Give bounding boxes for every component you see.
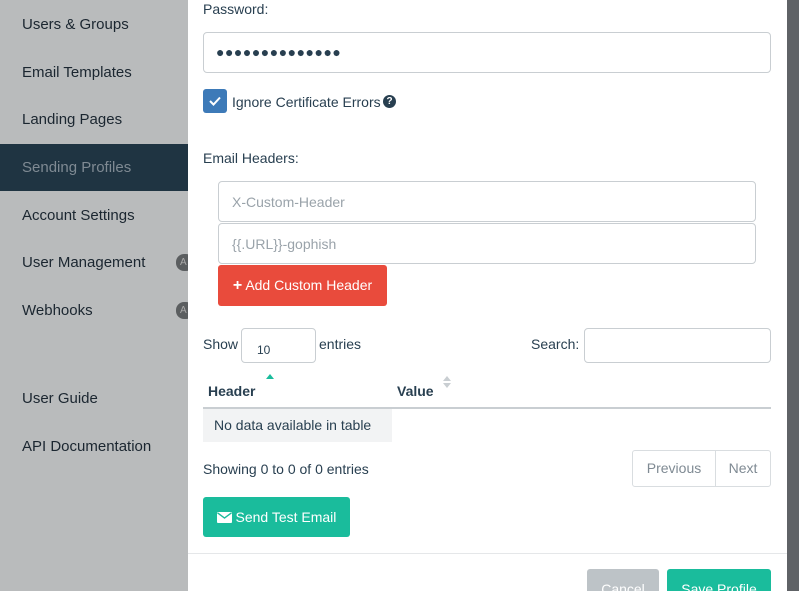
sending-profile-modal: Password: ●●●●●●●●●●●●●● Ignore Certific… [188, 0, 787, 591]
entries-value: 10 [257, 343, 271, 357]
sidebar-item-label: User Management [22, 254, 146, 271]
send-test-email-label: Send Test Email [235, 509, 337, 525]
header-value-input[interactable]: {{.URL}}-gophish [218, 223, 756, 264]
ignore-cert-label: Ignore Certificate Errors [232, 94, 381, 110]
modal-footer-divider [188, 553, 787, 554]
search-input[interactable] [584, 328, 771, 363]
sidebar: Users & Groups Email Templates Landing P… [0, 0, 194, 591]
sidebar-item-user-guide[interactable]: User Guide [0, 375, 188, 422]
pagination: Previous Next [632, 450, 771, 487]
sort-ascending-icon [266, 374, 274, 379]
envelope-icon [216, 512, 232, 523]
send-test-email-button[interactable]: Send Test Email [203, 497, 350, 537]
sidebar-item-label: Landing Pages [22, 111, 123, 128]
save-profile-button[interactable]: Save Profile [667, 569, 771, 591]
header-value-placeholder: {{.URL}}-gophish [232, 236, 337, 252]
empty-table-row: No data available in table [203, 409, 392, 442]
password-label: Password: [203, 1, 269, 17]
sidebar-item-user-management[interactable]: User Management A [0, 239, 194, 286]
header-name-input[interactable]: X-Custom-Header [218, 181, 756, 222]
add-custom-header-button[interactable]: + Add Custom Header [218, 265, 387, 306]
sidebar-item-api-documentation[interactable]: API Documentation [0, 423, 188, 470]
sidebar-item-label: API Documentation [22, 438, 152, 455]
question-circle-icon[interactable]: ? [383, 95, 396, 108]
sidebar-item-email-templates[interactable]: Email Templates [0, 49, 188, 96]
password-field[interactable]: ●●●●●●●●●●●●●● [203, 32, 771, 73]
table-info: Showing 0 to 0 of 0 entries [203, 461, 369, 477]
show-label: Show [203, 336, 239, 352]
column-header-value[interactable]: Value [397, 383, 434, 399]
header-name-placeholder: X-Custom-Header [232, 194, 345, 210]
column-header-header[interactable]: Header [208, 383, 255, 399]
sidebar-item-users-groups[interactable]: Users & Groups [0, 1, 188, 48]
check-icon [209, 96, 221, 106]
sidebar-item-label: Account Settings [22, 207, 135, 224]
next-button[interactable]: Next [716, 451, 770, 486]
sidebar-item-sending-profiles[interactable]: Sending Profiles [0, 144, 188, 191]
modal-backdrop-edge [787, 0, 799, 591]
sort-both-icon [443, 376, 451, 388]
sidebar-item-webhooks[interactable]: Webhooks A [0, 287, 194, 334]
search-label: Search: [531, 336, 580, 352]
cancel-button[interactable]: Cancel [587, 569, 659, 591]
previous-button[interactable]: Previous [633, 451, 716, 486]
email-headers-label: Email Headers: [203, 150, 299, 166]
sidebar-item-label: Sending Profiles [22, 159, 132, 176]
ignore-cert-checkbox[interactable] [203, 89, 227, 113]
sidebar-item-landing-pages[interactable]: Landing Pages [0, 96, 188, 143]
entries-select[interactable]: 10 [241, 328, 316, 363]
sidebar-item-label: Users & Groups [22, 16, 129, 33]
entries-label: entries [319, 336, 362, 352]
add-custom-header-label: Add Custom Header [245, 277, 373, 293]
sidebar-item-label: Email Templates [22, 64, 132, 81]
sidebar-item-label: User Guide [22, 390, 98, 407]
empty-table-message: No data available in table [214, 417, 372, 433]
sidebar-item-label: Webhooks [22, 302, 93, 319]
password-value: ●●●●●●●●●●●●●● [216, 44, 342, 60]
plus-icon: + [232, 277, 243, 294]
sidebar-item-account-settings[interactable]: Account Settings [0, 192, 188, 239]
